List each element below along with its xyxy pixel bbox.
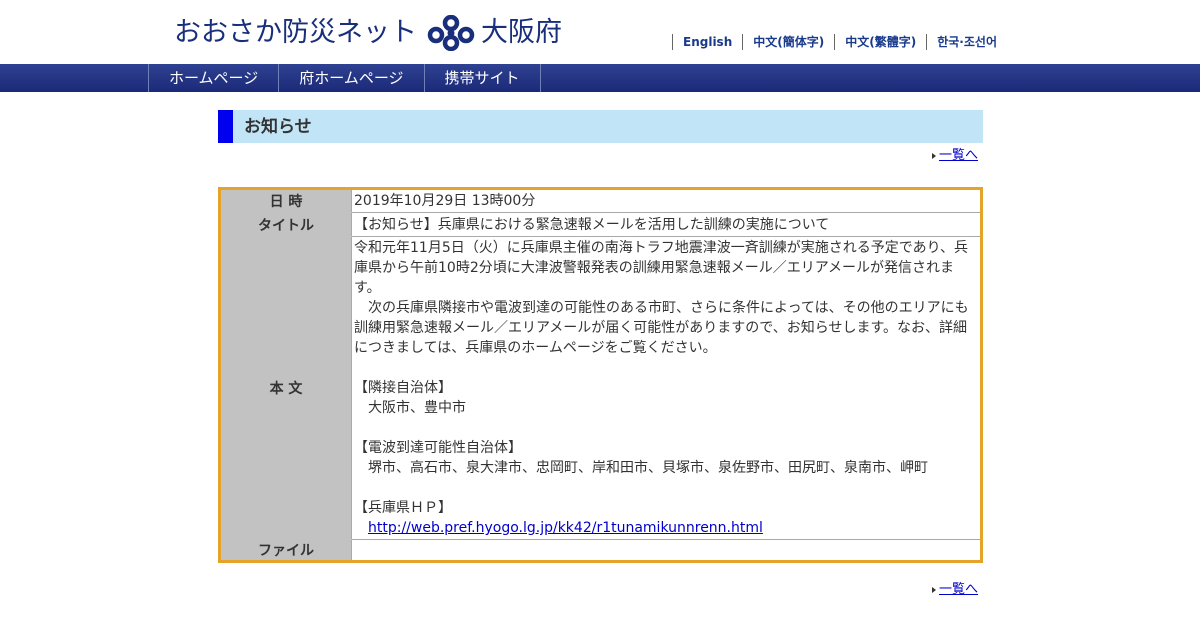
- main-nav: ホームページ 府ホームページ 携帯サイト: [0, 64, 1200, 92]
- hp-link-wrap: http://web.pref.hyogo.lg.jp/kk42/r1tunam…: [354, 518, 972, 538]
- page-heading: お知らせ: [218, 110, 983, 143]
- back-to-list-label: 一覧へ: [938, 148, 978, 163]
- page-title: お知らせ: [244, 117, 312, 137]
- label-date: 日 時: [219, 188, 352, 213]
- notice-detail-table: 日 時 2019年10月29日 13時00分 タイトル 【お知らせ】兵庫県におけ…: [218, 187, 983, 563]
- nav-item-mobile-site[interactable]: 携帯サイト: [425, 64, 541, 92]
- osaka-emblem-icon: [427, 15, 475, 51]
- triangle-right-icon: [931, 586, 936, 593]
- notice-body: 令和元年11月5日（火）に兵庫県主催の南海トラフ地震津波一斉訓練が実施される予定…: [351, 236, 982, 540]
- back-to-list-label: 一覧へ: [938, 582, 978, 597]
- logo-osaka-text: 大阪府: [481, 17, 562, 48]
- heading-accent-bar: [218, 110, 233, 143]
- table-row-title: タイトル 【お知らせ】兵庫県における緊急速報メールを活用した訓練の実施について: [219, 212, 982, 237]
- lang-link-english[interactable]: English: [672, 34, 742, 50]
- notice-date: 2019年10月29日 13時00分: [351, 188, 982, 213]
- notice-title: 【お知らせ】兵庫県における緊急速報メールを活用した訓練の実施について: [351, 212, 982, 237]
- notice-file: [351, 539, 982, 562]
- label-title: タイトル: [219, 212, 352, 237]
- logo-text: おおさか防災ネット: [174, 17, 417, 48]
- adjacent-heading: 【隣接自治体】: [354, 380, 452, 396]
- site-logo[interactable]: おおさか防災ネット 大阪府: [174, 13, 562, 53]
- back-to-list-link-bottom[interactable]: 一覧へ: [931, 582, 978, 598]
- back-to-list-link-top[interactable]: 一覧へ: [931, 148, 978, 164]
- reach-list: 堺市、高石市、泉大津市、忠岡町、岸和田市、貝塚市、泉佐野市、田尻町、泉南市、岬町: [368, 460, 928, 476]
- lang-link-chinese-simplified[interactable]: 中文(簡体字): [742, 34, 834, 50]
- lang-link-korean[interactable]: 한국·조선어: [926, 34, 1007, 50]
- lang-link-chinese-traditional[interactable]: 中文(繁體字): [834, 34, 926, 50]
- label-file: ファイル: [219, 539, 352, 562]
- hyogo-hp-link[interactable]: http://web.pref.hyogo.lg.jp/kk42/r1tunam…: [368, 520, 763, 536]
- table-row-file: ファイル: [219, 539, 982, 562]
- label-body: 本 文: [219, 236, 352, 540]
- body-paragraph-2: 次の兵庫県隣接市や電波到達の可能性のある市町、さらに条件によっては、その他のエリ…: [354, 300, 969, 356]
- adjacent-list: 大阪市、豊中市: [368, 400, 466, 416]
- table-row-date: 日 時 2019年10月29日 13時00分: [219, 188, 982, 213]
- reach-heading: 【電波到達可能性自治体】: [354, 440, 522, 456]
- body-paragraph-1: 令和元年11月5日（火）に兵庫県主催の南海トラフ地震津波一斉訓練が実施される予定…: [354, 240, 969, 296]
- nav-item-home[interactable]: ホームページ: [149, 64, 280, 92]
- table-row-body: 本 文 令和元年11月5日（火）に兵庫県主催の南海トラフ地震津波一斉訓練が実施さ…: [219, 236, 982, 540]
- nav-item-pref-home[interactable]: 府ホームページ: [279, 64, 425, 92]
- triangle-right-icon: [931, 152, 936, 159]
- language-links: English 中文(簡体字) 中文(繁體字) 한국·조선어: [672, 34, 1007, 50]
- hp-heading: 【兵庫県ＨＰ】: [354, 500, 452, 516]
